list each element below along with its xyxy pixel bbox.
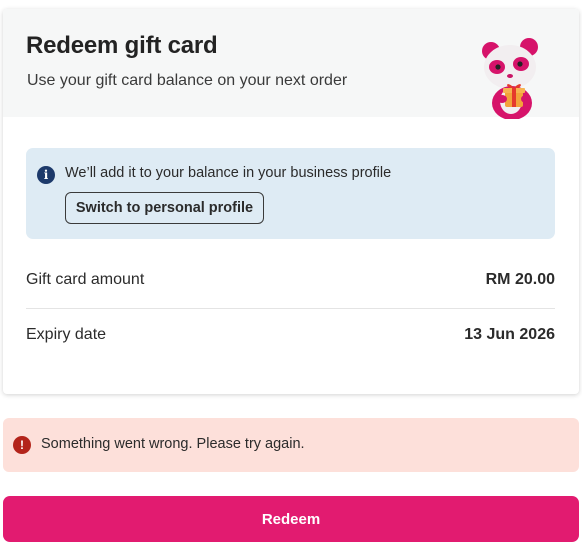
redeem-button[interactable]: Redeem: [3, 496, 579, 542]
business-profile-info-box: i We’ll add it to your balance in your b…: [26, 148, 555, 239]
info-message: We’ll add it to your balance in your bus…: [65, 165, 392, 181]
card-header: Redeem gift card Use your gift card bala…: [3, 9, 579, 119]
expiry-date-value: 13 Jun 2026: [464, 326, 555, 343]
gift-card-amount-value: RM 20.00: [485, 271, 555, 288]
switch-to-personal-profile-button[interactable]: Switch to personal profile: [65, 192, 264, 224]
expiry-date-label: Expiry date: [26, 326, 107, 343]
gift-card-amount-label: Gift card amount: [26, 271, 145, 288]
expiry-date-row: Expiry date 13 Jun 2026: [26, 309, 555, 363]
error-alert: ! Something went wrong. Please try again…: [3, 418, 579, 472]
gift-card-amount-row: Gift card amount RM 20.00: [26, 254, 555, 308]
page-subtitle: Use your gift card balance on your next …: [27, 72, 348, 89]
info-icon: i: [37, 166, 55, 184]
redeem-gift-card-panel: Redeem gift card Use your gift card bala…: [3, 9, 579, 394]
panda-gift-mascot-icon: [482, 38, 538, 119]
page-title: Redeem gift card: [26, 32, 218, 59]
error-message: Something went wrong. Please try again.: [41, 436, 305, 452]
exclamation-circle-icon: !: [13, 436, 31, 454]
